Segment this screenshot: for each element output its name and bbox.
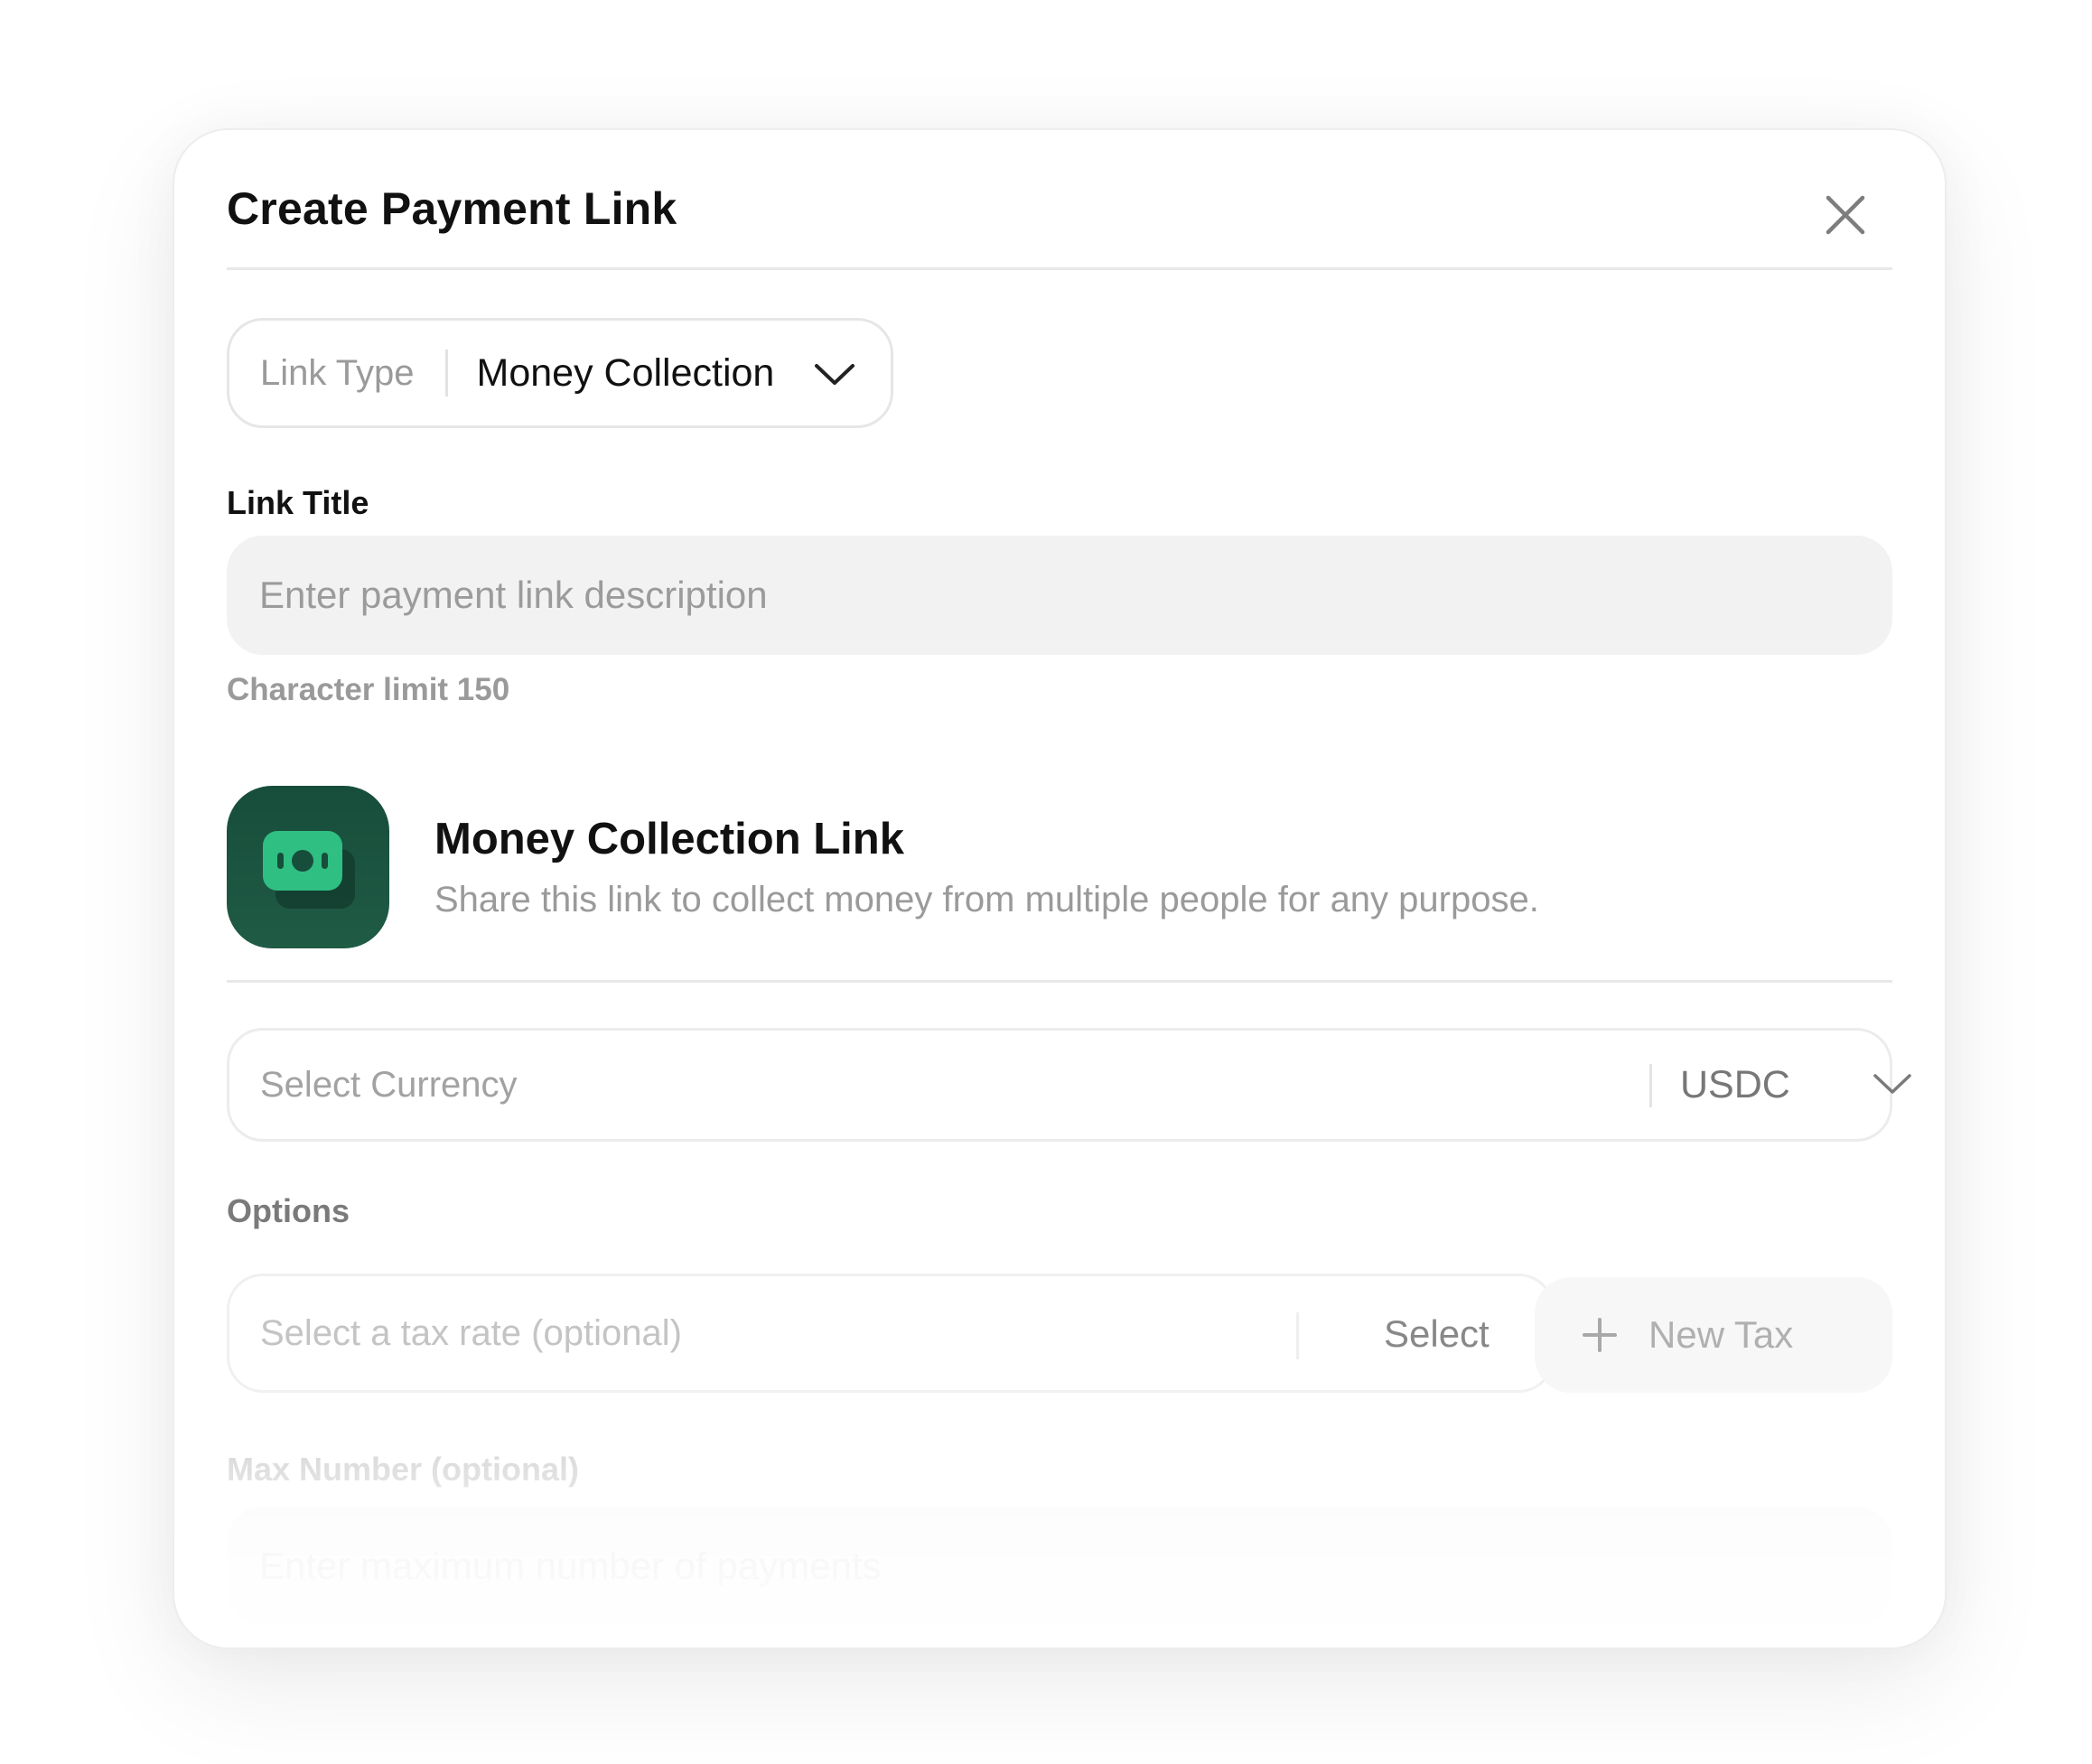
header-divider [227,267,1892,270]
tax-rate-separator [1296,1312,1299,1359]
max-number-label: Max Number (optional) [227,1451,580,1488]
money-bill-icon [227,786,389,948]
tax-rate-select-value: Select [1384,1312,1490,1355]
link-type-separator [444,350,448,397]
max-number-input[interactable]: Enter maximum number of payments [227,1507,1892,1626]
link-type-dropdown[interactable]: Link Type Money Collection [227,318,893,428]
chevron-down-icon [1873,1074,1911,1094]
character-limit-hint: Character limit 150 [227,672,510,707]
options-label: Options [227,1192,350,1229]
currency-value: USDC [1680,1063,1790,1106]
create-payment-link-modal: Create Payment Link Link Type Money Coll… [173,128,1947,1649]
link-type-label: Link Type [260,352,415,393]
link-type-value: Money Collection [476,350,775,395]
info-description: Share this link to collect money from mu… [434,880,1539,919]
currency-select[interactable]: Select Currency USDC [227,1028,1911,1142]
max-number-placeholder: Enter maximum number of payments [259,1545,882,1587]
close-icon [1826,195,1865,235]
currency-placeholder: Select Currency [260,1064,518,1105]
close-button[interactable] [1820,190,1871,240]
chevron-down-icon [815,364,855,385]
plus-icon [1583,1318,1617,1352]
link-title-label: Link Title [227,484,369,521]
new-tax-label: New Tax [1648,1313,1794,1356]
money-bill-graphic [263,831,355,909]
page-background: Create Payment Link Link Type Money Coll… [0,0,2092,1764]
info-divider [227,980,1892,983]
new-tax-button[interactable]: New Tax [1535,1277,1892,1393]
link-title-input[interactable]: Enter payment link description [227,536,1892,655]
link-title-placeholder: Enter payment link description [259,574,768,616]
tax-rate-select[interactable]: Select a tax rate (optional) Select [227,1274,1575,1393]
tax-rate-placeholder: Select a tax rate (optional) [260,1312,682,1353]
modal-title: Create Payment Link [227,183,677,234]
info-title: Money Collection Link [434,815,904,863]
currency-separator [1649,1064,1652,1107]
